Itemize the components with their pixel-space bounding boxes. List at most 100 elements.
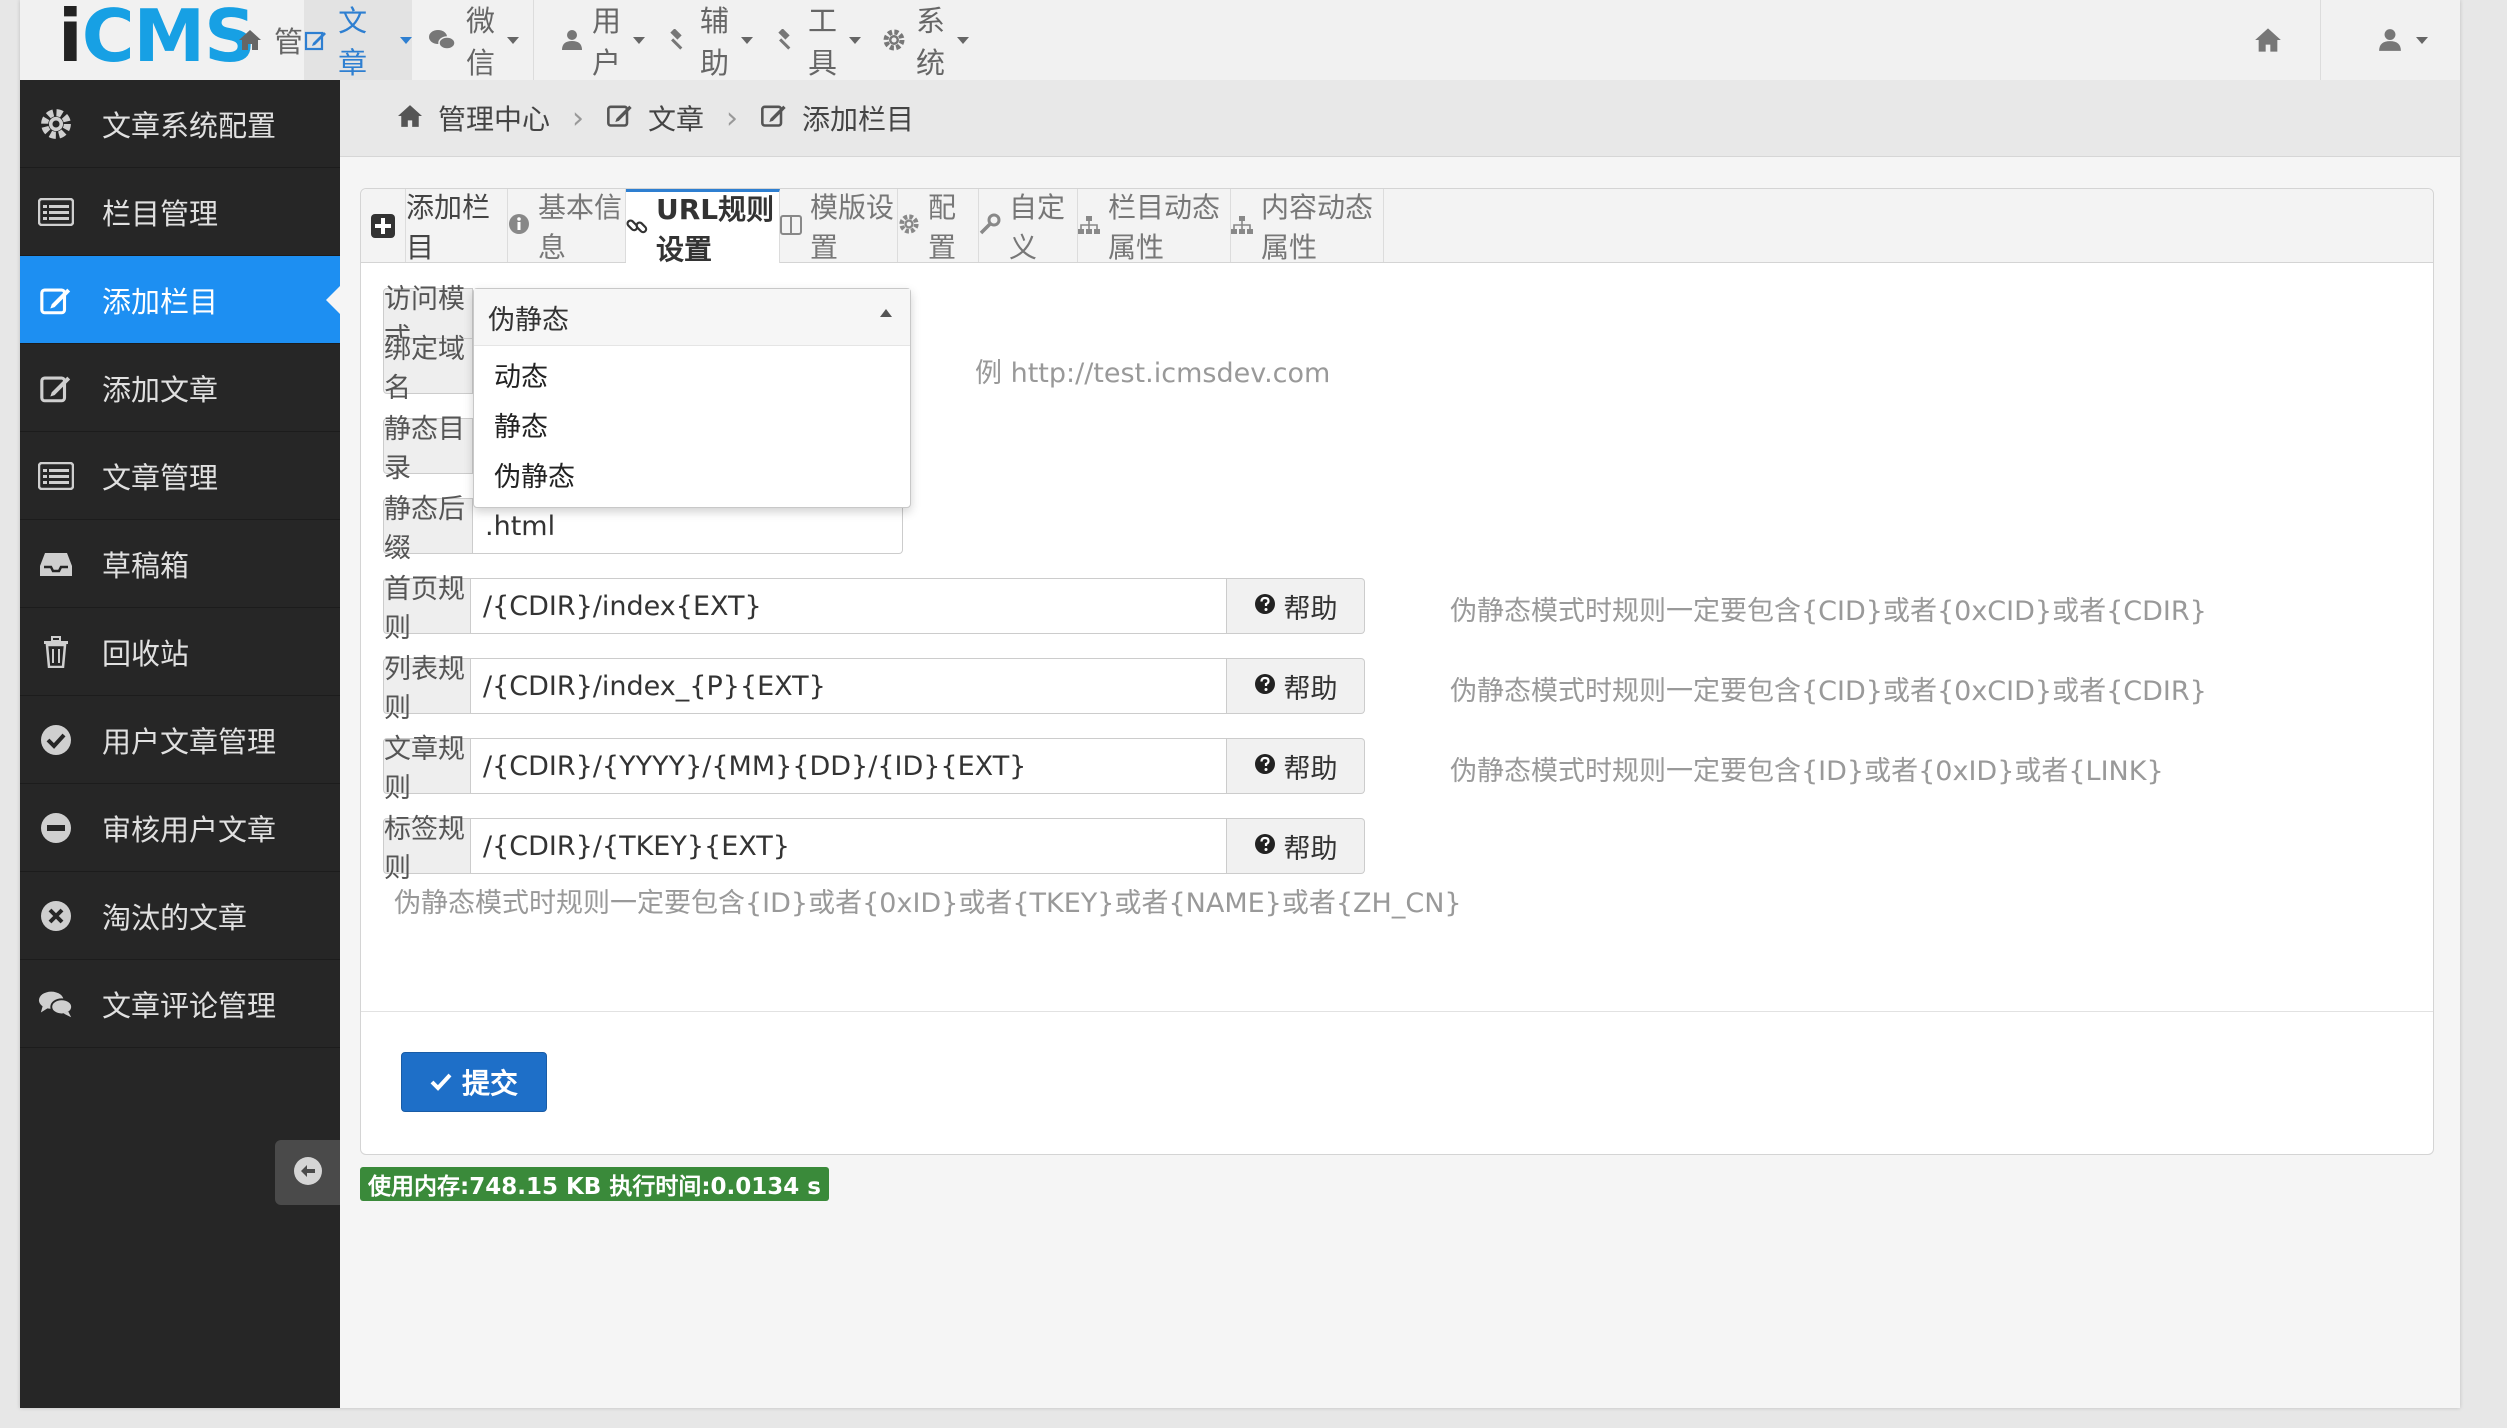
minus-circle-icon bbox=[38, 810, 74, 846]
breadcrumb-separator: › bbox=[572, 100, 585, 136]
form-panel: 添加栏目 基本信息 URL规则设置 模版设置 配置 自定义 栏目动态属性 内容动… bbox=[360, 188, 2434, 1155]
home-icon bbox=[236, 26, 264, 54]
nav-user[interactable]: 用户 bbox=[562, 0, 646, 80]
tab-bar: 添加栏目 基本信息 URL规则设置 模版设置 配置 自定义 栏目动态属性 内容动… bbox=[361, 189, 2433, 266]
index-rule-hint: 伪静态模式时规则一定要包含{CID}或者{0xCID}或者{CDIR} bbox=[1450, 596, 2207, 627]
nav-wechat[interactable]: 微信 bbox=[428, 0, 520, 80]
sidebar-item-recycle-bin[interactable]: 回收站 bbox=[20, 608, 340, 696]
list-icon bbox=[38, 194, 74, 230]
nav-assist[interactable]: 辅助 bbox=[668, 0, 754, 80]
sidebar-item-add-category[interactable]: 添加栏目 bbox=[20, 256, 340, 344]
tab-basic-info[interactable]: 基本信息 bbox=[508, 189, 626, 264]
tab-config[interactable]: 配置 bbox=[898, 189, 979, 264]
list-rule-input[interactable]: /{CDIR}/index_{P}{EXT} bbox=[471, 658, 1227, 714]
access-mode-select[interactable]: 伪静态 动态 静态 伪静态 bbox=[473, 288, 911, 508]
index-rule-label: 首页规则 bbox=[383, 574, 471, 644]
chevron-down-icon bbox=[400, 36, 412, 44]
chevron-down-icon bbox=[957, 36, 970, 44]
access-mode-option-dynamic[interactable]: 动态 bbox=[494, 355, 548, 394]
chevron-down-icon bbox=[849, 36, 862, 44]
article-rule-hint: 伪静态模式时规则一定要包含{ID}或者{0xID}或者{LINK} bbox=[1450, 756, 2164, 787]
arrow-circle-left-icon bbox=[293, 1156, 323, 1190]
access-mode-selected[interactable]: 伪静态 bbox=[474, 289, 910, 346]
access-mode-option-pseudo-static[interactable]: 伪静态 bbox=[494, 455, 575, 494]
static-suffix-label: 静态后缀 bbox=[383, 494, 473, 564]
article-rule-label: 文章规则 bbox=[383, 734, 471, 804]
nav-tools[interactable]: 工具 bbox=[776, 0, 862, 80]
top-navbar: iCMS 管理 文章 微信 用户 辅助 工具 系统 bbox=[20, 0, 2460, 81]
static-dir-label: 静态目录 bbox=[383, 414, 473, 484]
domain-hint: 例 http://test.icmsdev.com bbox=[975, 358, 1331, 389]
inbox-icon bbox=[38, 546, 74, 582]
sidebar-item-add-article[interactable]: 添加文章 bbox=[20, 344, 340, 432]
article-rule-row: 文章规则 /{CDIR}/{YYYY}/{MM}{DD}/{ID}{EXT} 帮… bbox=[383, 734, 1365, 804]
sidebar-item-review-articles[interactable]: 审核用户文章 bbox=[20, 784, 340, 872]
comments-icon bbox=[38, 986, 74, 1022]
sitemap-icon bbox=[1231, 209, 1253, 242]
check-circle-icon bbox=[38, 722, 74, 758]
app-window: iCMS 管理 文章 微信 用户 辅助 工具 系统 文章系统配置 栏目管理 添加… bbox=[20, 0, 2460, 1408]
sidebar-item-comments[interactable]: 文章评论管理 bbox=[20, 960, 340, 1048]
gavel-icon bbox=[776, 26, 798, 54]
list-rule-row: 列表规则 /{CDIR}/index_{P}{EXT} 帮助 bbox=[383, 654, 1365, 724]
chevron-down-icon bbox=[507, 36, 520, 44]
article-rule-help-button[interactable]: 帮助 bbox=[1227, 738, 1365, 794]
home-icon bbox=[396, 102, 424, 135]
wechat-icon bbox=[428, 26, 456, 54]
tab-category-attrs[interactable]: 栏目动态属性 bbox=[1078, 189, 1231, 264]
breadcrumb-separator: › bbox=[726, 100, 739, 136]
list-rule-help-button[interactable]: 帮助 bbox=[1227, 658, 1365, 714]
link-icon bbox=[626, 211, 648, 244]
list-rule-label: 列表规则 bbox=[383, 654, 471, 724]
tag-rule-help-button[interactable]: 帮助 bbox=[1227, 818, 1365, 874]
tab-content-attrs[interactable]: 内容动态属性 bbox=[1231, 189, 1384, 264]
sidebar-item-user-articles[interactable]: 用户文章管理 bbox=[20, 696, 340, 784]
tab-custom[interactable]: 自定义 bbox=[979, 189, 1078, 264]
question-circle-icon bbox=[1254, 671, 1276, 702]
question-circle-icon bbox=[1254, 831, 1276, 862]
chevron-down-icon bbox=[2416, 36, 2428, 44]
domain-label: 绑定域名 bbox=[383, 334, 473, 404]
index-rule-help-button[interactable]: 帮助 bbox=[1227, 578, 1365, 634]
tab-template[interactable]: 模版设置 bbox=[780, 189, 898, 264]
home-link[interactable] bbox=[2238, 0, 2298, 80]
edit-icon bbox=[606, 101, 634, 136]
panel-add-icon bbox=[361, 189, 406, 262]
user-menu[interactable] bbox=[2370, 0, 2434, 80]
panel-title: 添加栏目 bbox=[406, 189, 508, 264]
chevron-down-icon bbox=[633, 36, 646, 44]
breadcrumb-home[interactable]: 管理中心 bbox=[396, 98, 550, 138]
sidebar-item-drafts[interactable]: 草稿箱 bbox=[20, 520, 340, 608]
trash-icon bbox=[38, 634, 74, 670]
tag-rule-label: 标签规则 bbox=[383, 814, 471, 884]
gear-icon bbox=[38, 106, 74, 142]
index-rule-row: 首页规则 /{CDIR}/index{EXT} 帮助 bbox=[383, 574, 1365, 644]
sidebar-collapse-button[interactable] bbox=[275, 1140, 340, 1205]
sidebar-item-category-manage[interactable]: 栏目管理 bbox=[20, 168, 340, 256]
info-circle-icon bbox=[508, 209, 530, 242]
chevron-down-icon bbox=[741, 36, 754, 44]
status-badge: 使用内存:748.15 KB 执行时间:0.0134 s bbox=[360, 1167, 829, 1201]
sidebar-item-article-manage[interactable]: 文章管理 bbox=[20, 432, 340, 520]
sidebar-item-system-config[interactable]: 文章系统配置 bbox=[20, 80, 340, 168]
nav-article[interactable]: 文章 bbox=[304, 0, 412, 80]
index-rule-input[interactable]: /{CDIR}/index{EXT} bbox=[471, 578, 1227, 634]
edit-icon bbox=[38, 282, 74, 318]
list-icon bbox=[38, 458, 74, 494]
breadcrumb-article[interactable]: 文章 bbox=[606, 98, 704, 138]
tag-rule-input[interactable]: /{CDIR}/{TKEY}{EXT} bbox=[471, 818, 1227, 874]
nav-system[interactable]: 系统 bbox=[882, 0, 970, 80]
logo[interactable]: iCMS bbox=[58, 0, 256, 78]
edit-icon bbox=[304, 26, 328, 54]
article-rule-input[interactable]: /{CDIR}/{YYYY}/{MM}{DD}/{ID}{EXT} bbox=[471, 738, 1227, 794]
access-mode-option-static[interactable]: 静态 bbox=[494, 405, 548, 444]
gear-icon bbox=[882, 26, 906, 54]
question-circle-icon bbox=[1254, 591, 1276, 622]
edit-icon bbox=[38, 370, 74, 406]
sidebar-item-rejected-articles[interactable]: 淘汰的文章 bbox=[20, 872, 340, 960]
submit-button[interactable]: 提交 bbox=[401, 1052, 547, 1112]
columns-icon bbox=[780, 209, 802, 242]
tab-url-rules[interactable]: URL规则设置 bbox=[626, 189, 780, 266]
home-icon bbox=[2254, 26, 2282, 54]
sidebar: 文章系统配置 栏目管理 添加栏目 添加文章 文章管理 草稿箱 回收站 用户文章管… bbox=[20, 80, 340, 1408]
